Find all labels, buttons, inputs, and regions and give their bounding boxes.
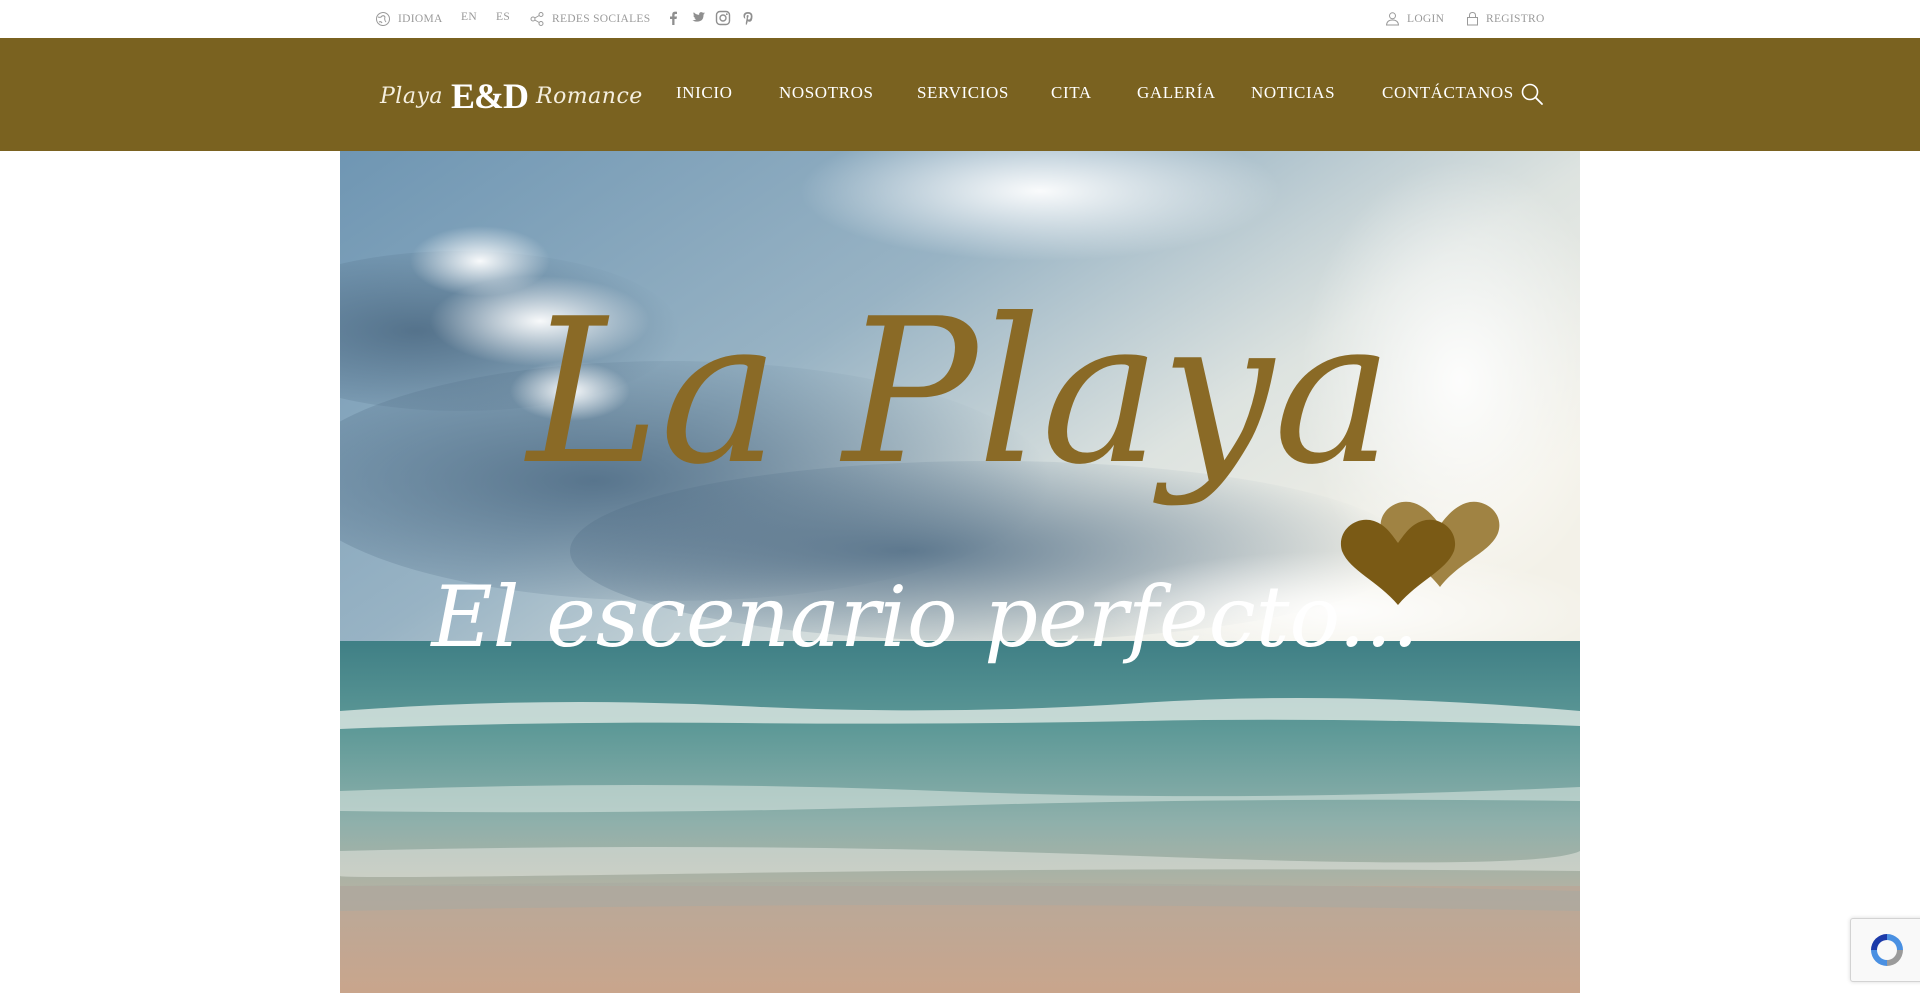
hero-beach-image: La Playa El escenario perfecto... [340,151,1580,993]
user-icon [1385,12,1400,26]
nav-inicio[interactable]: INICIO [676,83,732,103]
language-selector[interactable]: IDIOMA [375,11,443,27]
login-label: LOGIN [1407,12,1445,25]
nav-galeria[interactable]: GALERÍA [1137,83,1216,103]
hero-title: La Playa [523,276,1393,509]
logo-monogram: E&D [451,76,529,116]
lock-icon [1467,11,1478,26]
nav-servicios[interactable]: SERVICIOS [917,83,1009,103]
register-label: REGISTRO [1486,12,1545,25]
hero-banner: La Playa El escenario perfecto... [340,151,1580,993]
recaptcha-icon [1871,934,1903,966]
social-label-text: REDES SOCIALES [552,13,651,25]
lang-en-link[interactable]: EN [461,11,477,23]
nav-contactanos[interactable]: CONTÁCTANOS [1382,83,1514,103]
language-label: IDIOMA [398,13,443,25]
globe-icon [376,12,390,26]
search-icon[interactable] [1520,82,1544,106]
main-navigation-bar: Playa E&D Romance INICIO NOSOTROS SERVIC… [0,38,1920,151]
social-networks-label: REDES SOCIALES [529,11,650,27]
top-utility-bar: IDIOMA EN ES REDES SOCIALES LOGIN REGIST… [0,0,1920,39]
lang-en-label: EN [461,11,477,23]
hero-subtitle: El escenario perfecto... [429,568,1418,666]
twitter-icon[interactable] [689,9,707,27]
logo-script-right: Romance [536,83,643,109]
instagram-icon[interactable] [714,9,732,27]
lang-es-label: ES [496,11,511,23]
nav-nosotros[interactable]: NOSOTROS [779,83,874,103]
nav-cita[interactable]: CITA [1051,83,1092,103]
share-icon [530,12,544,26]
nav-noticias[interactable]: NOTICIAS [1251,83,1335,103]
facebook-icon[interactable] [664,9,682,27]
site-logo[interactable]: Playa E&D Romance [380,76,643,116]
lang-es-link[interactable]: ES [496,11,510,23]
pinterest-icon[interactable] [739,9,757,27]
login-link[interactable]: LOGIN [1385,11,1444,26]
logo-script-left: Playa [380,83,443,109]
recaptcha-badge[interactable] [1850,918,1920,982]
register-link[interactable]: REGISTRO [1466,11,1545,26]
